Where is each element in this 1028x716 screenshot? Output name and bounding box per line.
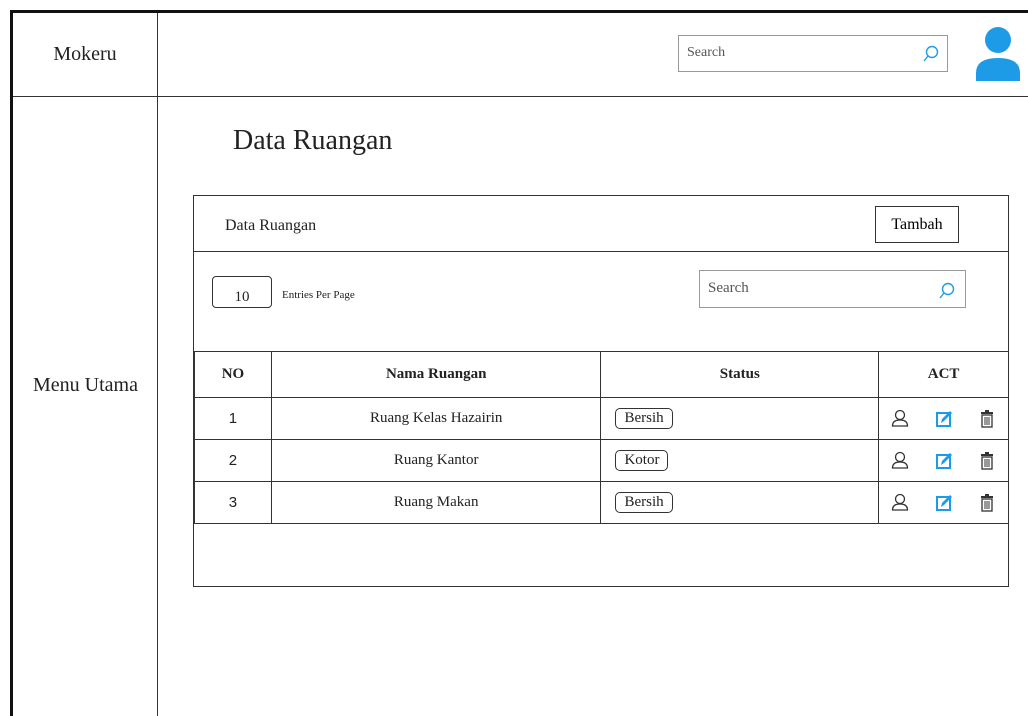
- table-row: 2 Ruang Kantor Kotor: [194, 439, 1009, 482]
- room-name: Ruang Makan: [270, 481, 602, 524]
- column-header-act: ACT: [878, 351, 1009, 398]
- room-name: Ruang Kelas Hazairin: [270, 397, 602, 440]
- table-row: 1 Ruang Kelas Hazairin Bersih: [194, 397, 1009, 440]
- table-search-input[interactable]: Search: [699, 270, 966, 308]
- status-badge: Bersih: [615, 492, 673, 513]
- app-frame: Mokeru Search Menu Utama Data Ruangan Da…: [10, 10, 1028, 716]
- actions-cell: [878, 481, 1009, 524]
- status-cell: Bersih: [600, 397, 880, 440]
- card-title: Data Ruangan: [225, 217, 317, 234]
- user-icon[interactable]: [891, 409, 909, 429]
- actions-cell: [878, 397, 1009, 440]
- edit-icon[interactable]: [935, 493, 953, 513]
- edit-icon[interactable]: [935, 451, 953, 471]
- actions-cell: [878, 439, 1009, 482]
- edit-icon[interactable]: [935, 409, 953, 429]
- card-header: Data Ruangan Tambah: [194, 196, 1008, 252]
- trash-icon[interactable]: [978, 493, 996, 513]
- top-bar: Search: [158, 13, 1028, 97]
- status-cell: Bersih: [600, 481, 880, 524]
- header-search-input[interactable]: Search: [678, 35, 948, 72]
- user-avatar-icon[interactable]: [974, 25, 1022, 81]
- trash-icon[interactable]: [978, 409, 996, 429]
- table-row: 3 Ruang Makan Bersih: [194, 481, 1009, 524]
- header-search-placeholder: Search: [687, 45, 726, 60]
- add-button[interactable]: Tambah: [875, 206, 959, 243]
- rooms-table: NO Nama Ruangan Status ACT 1 Ruang Kelas…: [194, 351, 1009, 524]
- user-icon[interactable]: [891, 451, 909, 471]
- page-title: Data Ruangan: [233, 125, 393, 156]
- status-badge: Kotor: [615, 450, 669, 471]
- row-number: 3: [194, 481, 272, 524]
- table-search-placeholder: Search: [708, 280, 749, 296]
- sidebar: Menu Utama: [13, 97, 158, 716]
- status-badge: Bersih: [615, 408, 673, 429]
- search-icon[interactable]: [938, 281, 956, 301]
- row-number: 2: [194, 439, 272, 482]
- row-number: 1: [194, 397, 272, 440]
- status-cell: Kotor: [600, 439, 880, 482]
- sidebar-item-menu-utama[interactable]: Menu Utama: [13, 374, 158, 397]
- trash-icon[interactable]: [978, 451, 996, 471]
- entries-per-page-label: Entries Per Page: [282, 289, 355, 301]
- data-card: Data Ruangan Tambah 10 Entries Per Page …: [193, 195, 1009, 587]
- column-header-name: Nama Ruangan: [270, 351, 602, 398]
- search-icon[interactable]: [922, 44, 940, 64]
- column-header-status: Status: [600, 351, 880, 398]
- brand-logo: Mokeru: [13, 13, 158, 97]
- room-name: Ruang Kantor: [270, 439, 602, 482]
- column-header-no: NO: [194, 351, 272, 398]
- entries-per-page-select[interactable]: 10: [212, 276, 272, 308]
- table-header-row: NO Nama Ruangan Status ACT: [194, 351, 1009, 398]
- user-icon[interactable]: [891, 493, 909, 513]
